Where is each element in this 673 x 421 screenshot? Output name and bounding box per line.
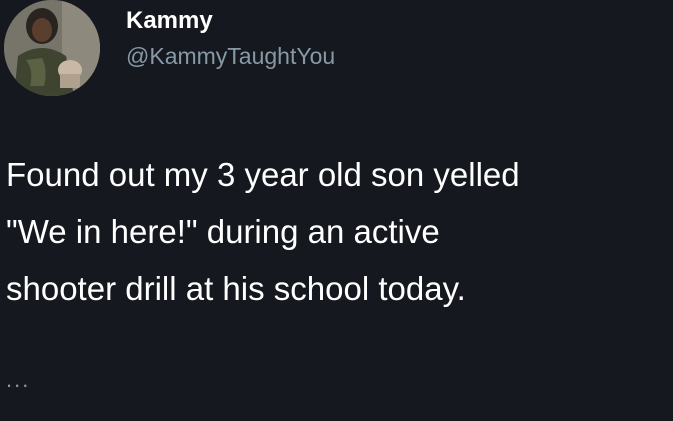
author-handle[interactable]: @KammyTaughtYou xyxy=(126,43,335,70)
avatar-photo-icon xyxy=(4,0,100,96)
avatar[interactable] xyxy=(4,0,100,96)
tweet-text-line: Found out my 3 year old son yelled xyxy=(6,156,520,193)
tweet-text-line: shooter drill at his school today. xyxy=(6,270,466,307)
more-ellipsis-icon[interactable]: ... xyxy=(6,367,30,393)
author-name[interactable]: Kammy xyxy=(126,7,213,35)
tweet-card: Kammy @KammyTaughtYou Found out my 3 yea… xyxy=(0,0,673,421)
tweet-text-line: "We in here!" during an active xyxy=(6,213,440,250)
tweet-text: Found out my 3 year old son yelled "We i… xyxy=(6,146,666,317)
